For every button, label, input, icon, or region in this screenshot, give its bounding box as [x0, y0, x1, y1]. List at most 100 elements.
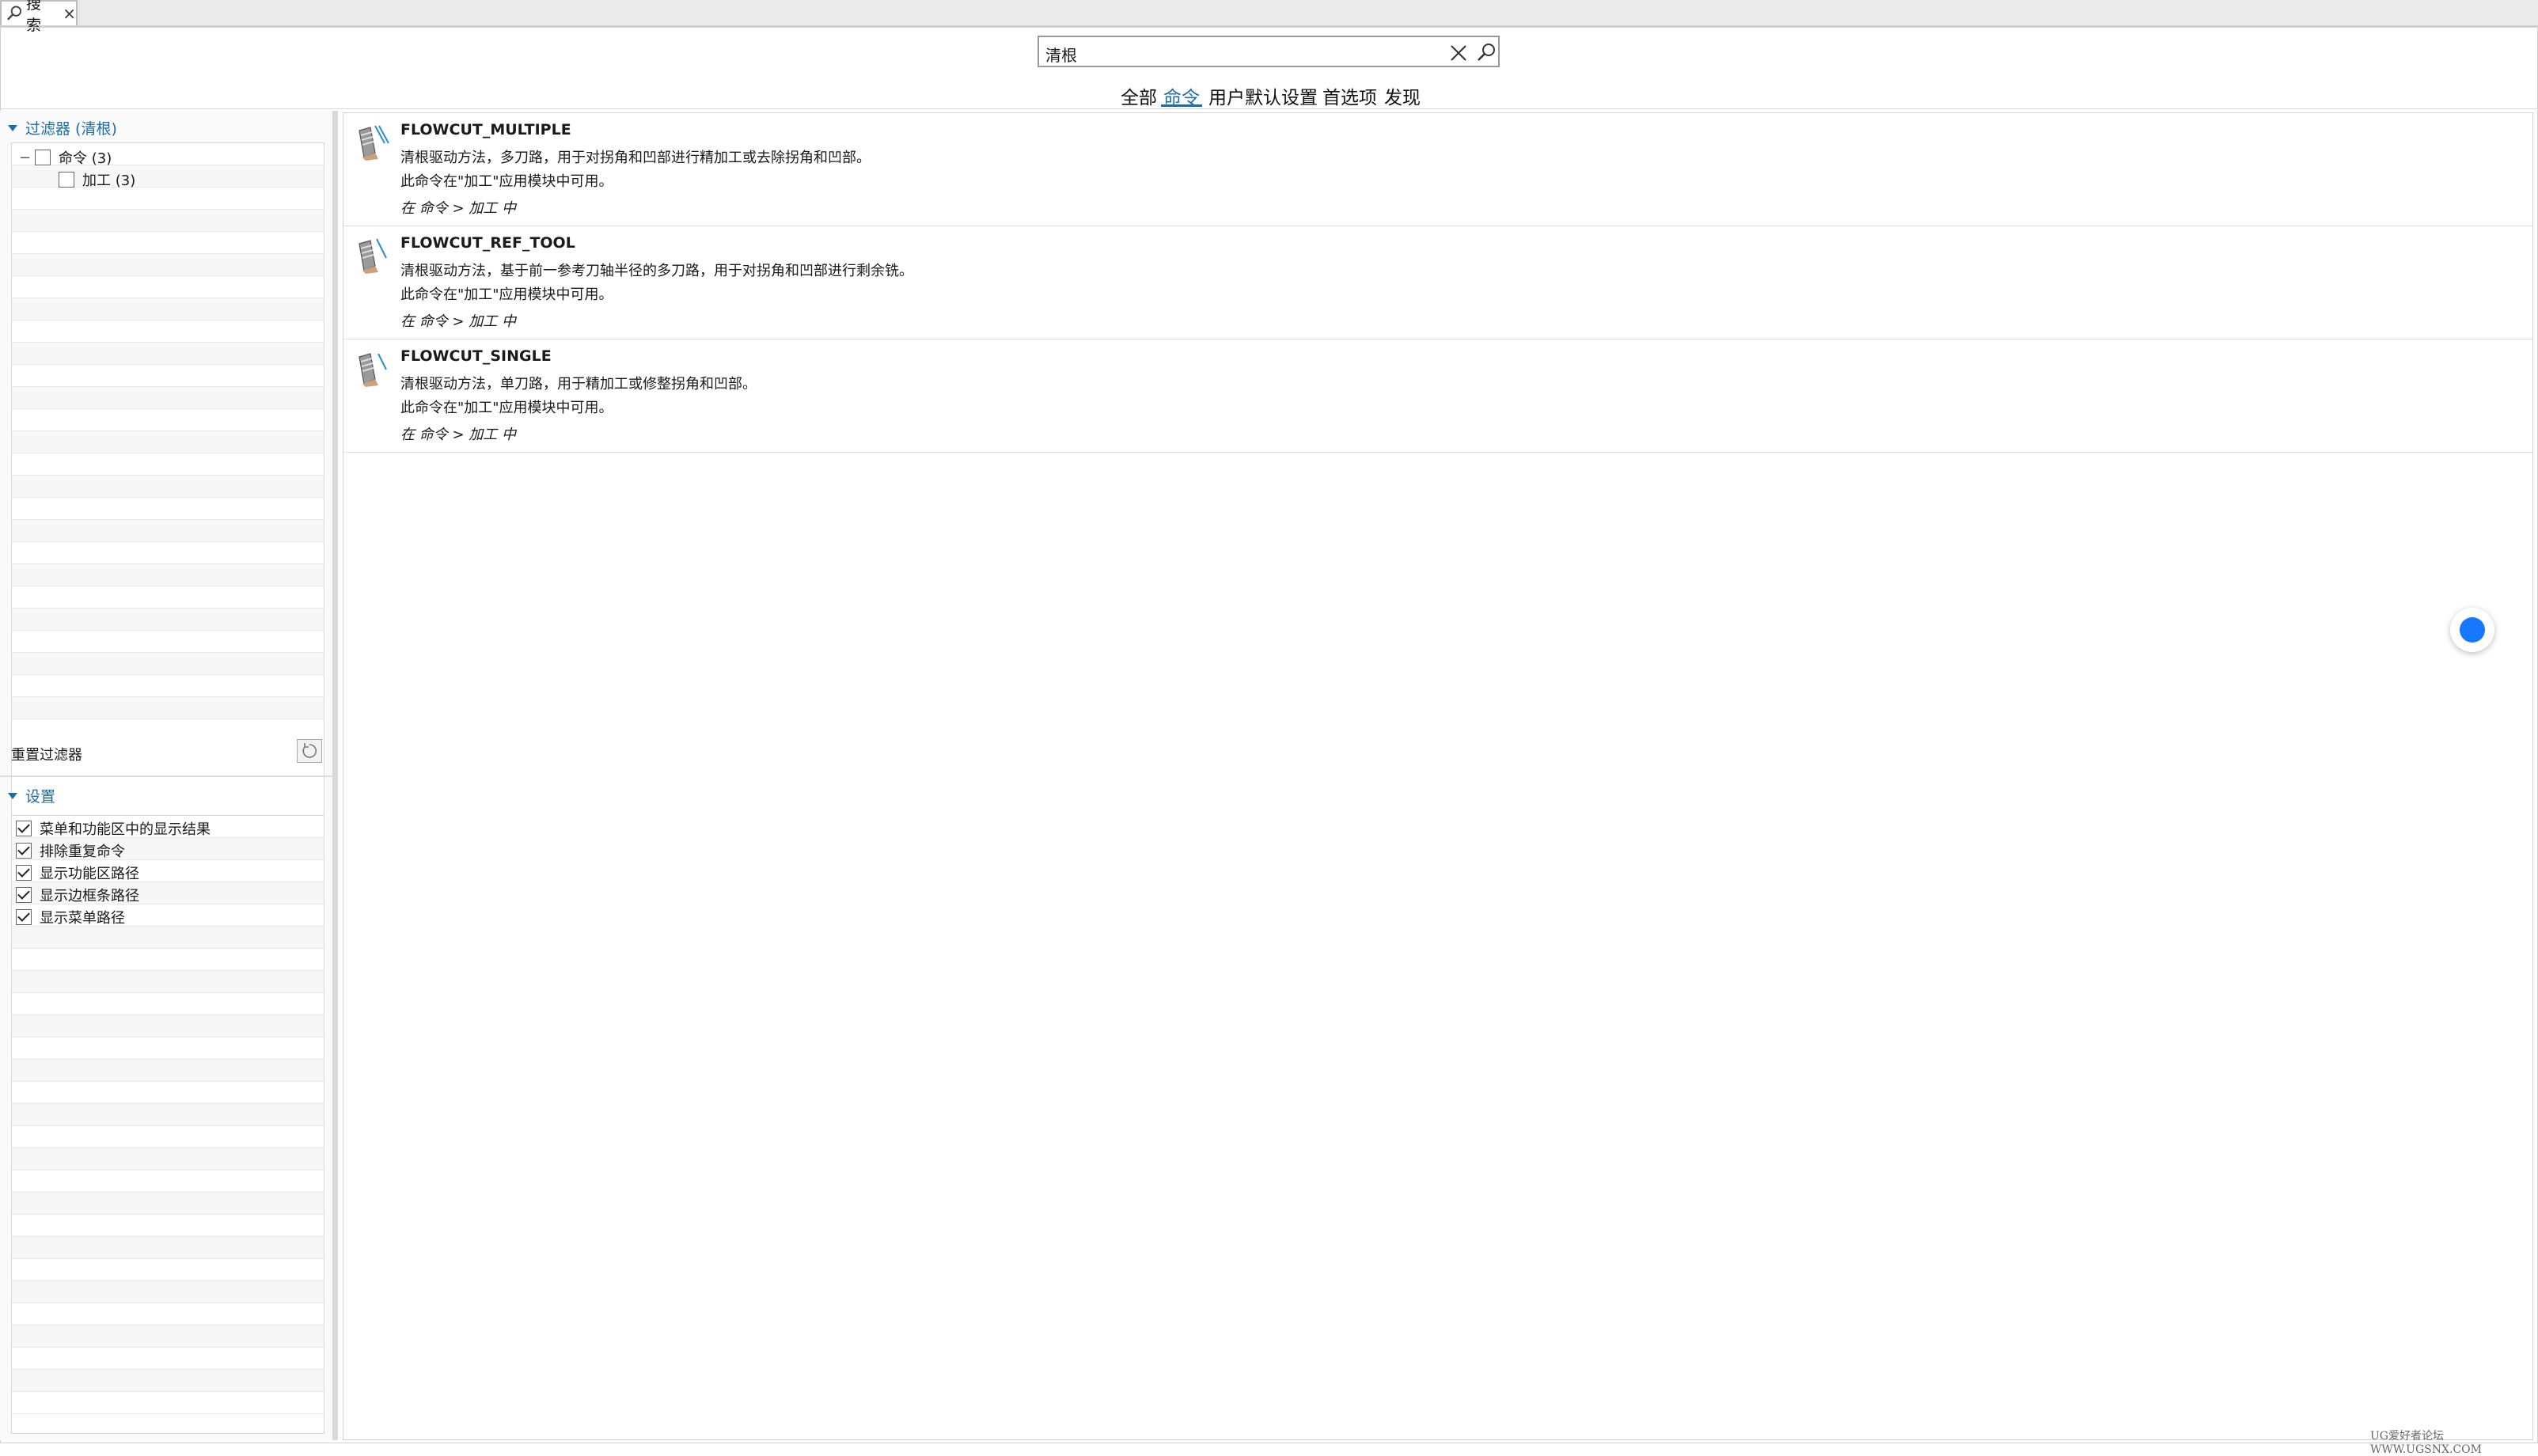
- tab-discover[interactable]: 发现: [1384, 82, 1421, 109]
- grid-row: [12, 1370, 324, 1392]
- watermark: UG爱好者论坛 WWW.UGSNX.COM: [2370, 1430, 2482, 1456]
- grid-row: [12, 476, 324, 498]
- filter-item-commands[interactable]: − 命令 (3): [19, 147, 112, 168]
- search-input[interactable]: 清根: [1045, 43, 1077, 66]
- category-tabs: 全部 命令 用户默认设置 首选项 发现: [0, 79, 2538, 111]
- grid-row: [12, 609, 324, 631]
- filter-item-label: 命令 (3): [59, 150, 112, 167]
- checkbox[interactable]: [16, 909, 32, 925]
- grid-row: [12, 1082, 324, 1104]
- reset-filter-label: 重置过滤器: [11, 747, 82, 764]
- grid-row: [12, 971, 324, 993]
- result-item[interactable]: FLOWCUT_REF_TOOL 清根驱动方法，基于前一参考刀轴半径的多刀路，用…: [343, 226, 2532, 339]
- filter-title: 过滤器 (清根): [25, 120, 117, 138]
- result-item[interactable]: FLOWCUT_MULTIPLE 清根驱动方法，多刀路，用于对拐角和凹部进行精加…: [343, 113, 2532, 226]
- result-item[interactable]: FLOWCUT_SINGLE 清根驱动方法，单刀路，用于精加工或修整拐角和凹部。…: [343, 339, 2532, 453]
- result-path: 在 命令 > 加工 中: [400, 313, 516, 330]
- floating-chat-button[interactable]: [2450, 608, 2494, 652]
- checkbox[interactable]: [16, 865, 32, 881]
- tab-close-icon[interactable]: ×: [63, 4, 76, 23]
- grid-row: [12, 631, 324, 653]
- setting-show-border-bar-path[interactable]: 显示边框条路径: [16, 885, 139, 905]
- grid-row: [12, 1303, 324, 1325]
- grid-row: [12, 298, 324, 320]
- grid-row: [12, 697, 324, 719]
- result-title[interactable]: FLOWCUT_REF_TOOL: [400, 234, 575, 252]
- settings-section-header[interactable]: 设置: [8, 785, 55, 806]
- checkbox[interactable]: [16, 887, 32, 903]
- grid-row: [12, 320, 324, 343]
- grid-row: [12, 1037, 324, 1060]
- grid-row: [12, 1060, 324, 1082]
- checkbox[interactable]: [35, 150, 51, 165]
- grid-row: [12, 1215, 324, 1237]
- grid-row: [12, 675, 324, 697]
- grid-row: [12, 564, 324, 586]
- chat-bubble-icon: [2460, 617, 2485, 643]
- checkbox[interactable]: [59, 172, 74, 188]
- setting-label: 显示功能区路径: [40, 866, 139, 882]
- tab-all[interactable]: 全部: [1121, 82, 1157, 109]
- result-description: 清根驱动方法，多刀路，用于对拐角和凹部进行精加工或去除拐角和凹部。: [400, 150, 871, 166]
- grid-row: [12, 409, 324, 431]
- reset-filter-button[interactable]: [297, 739, 322, 763]
- grid-row: [12, 1148, 324, 1170]
- setting-label: 显示边框条路径: [40, 888, 139, 904]
- grid-row: [12, 498, 324, 520]
- tab-user-defaults[interactable]: 用户默认设置: [1208, 82, 1318, 109]
- grid-row: [12, 1237, 324, 1259]
- setting-label: 显示菜单路径: [40, 910, 125, 927]
- grid-row: [12, 276, 324, 298]
- grid-row: [12, 387, 324, 409]
- settings-title: 设置: [25, 788, 56, 806]
- checkbox[interactable]: [16, 821, 32, 836]
- flowcut-ref-tool-icon: [359, 238, 387, 274]
- grid-row: [12, 431, 324, 453]
- grid-row: [12, 1126, 324, 1148]
- result-title[interactable]: FLOWCUT_SINGLE: [400, 347, 552, 365]
- result-path: 在 命令 > 加工 中: [400, 427, 516, 443]
- expand-triangle-icon: [8, 792, 17, 799]
- grid-row: [12, 1325, 324, 1348]
- pane-splitter[interactable]: [332, 111, 338, 1440]
- grid-row: [12, 343, 324, 365]
- result-description: 清根驱动方法，基于前一参考刀轴半径的多刀路，用于对拐角和凹部进行剩余铣。: [400, 263, 913, 279]
- grid-row: [12, 586, 324, 609]
- active-tab-underline: [1161, 104, 1202, 107]
- results-panel: FLOWCUT_MULTIPLE 清根驱动方法，多刀路，用于对拐角和凹部进行精加…: [343, 112, 2533, 1440]
- grid-row: [12, 365, 324, 387]
- grid-row: [12, 542, 324, 564]
- setting-label: 菜单和功能区中的显示结果: [40, 821, 211, 838]
- grid-row: [12, 453, 324, 476]
- search-icon: [7, 6, 22, 21]
- clear-icon[interactable]: [1450, 44, 1467, 62]
- setting-show-ribbon-path[interactable]: 显示功能区路径: [16, 863, 139, 883]
- grid-row: [12, 1170, 324, 1192]
- filter-item-machining[interactable]: 加工 (3): [59, 169, 135, 190]
- grid-row: [12, 1015, 324, 1037]
- grid-row: [12, 949, 324, 971]
- grid-row: [12, 1281, 324, 1303]
- left-panel: 过滤器 (清根) − 命令 (3) 加工 (3) 重置过滤器 设置 菜单和功能区…: [0, 111, 332, 1440]
- filter-tree: [11, 142, 324, 832]
- result-title[interactable]: FLOWCUT_MULTIPLE: [400, 121, 571, 138]
- setting-exclude-duplicates[interactable]: 排除重复命令: [16, 840, 125, 861]
- setting-label: 排除重复命令: [40, 844, 125, 860]
- filter-section-header[interactable]: 过滤器 (清根): [8, 117, 117, 138]
- search-box[interactable]: 清根: [1038, 36, 1500, 67]
- collapse-icon[interactable]: −: [19, 150, 31, 166]
- section-divider: [0, 775, 332, 777]
- checkbox[interactable]: [16, 843, 32, 859]
- grid-row: [12, 520, 324, 542]
- tab-search[interactable]: 搜索 ×: [0, 0, 78, 34]
- result-description: 清根驱动方法，单刀路，用于精加工或修整拐角和凹部。: [400, 376, 757, 392]
- grid-row: [12, 188, 324, 210]
- result-availability: 此命令在"加工"应用模块中可用。: [400, 286, 613, 303]
- search-icon[interactable]: [1476, 42, 1497, 63]
- filter-item-label: 加工 (3): [82, 173, 136, 189]
- tab-preferences[interactable]: 首选项: [1322, 82, 1377, 109]
- grid-row: [12, 1259, 324, 1281]
- setting-show-menu-path[interactable]: 显示菜单路径: [16, 907, 125, 927]
- grid-row: [12, 232, 324, 254]
- setting-show-results-in-menu[interactable]: 菜单和功能区中的显示结果: [16, 818, 211, 839]
